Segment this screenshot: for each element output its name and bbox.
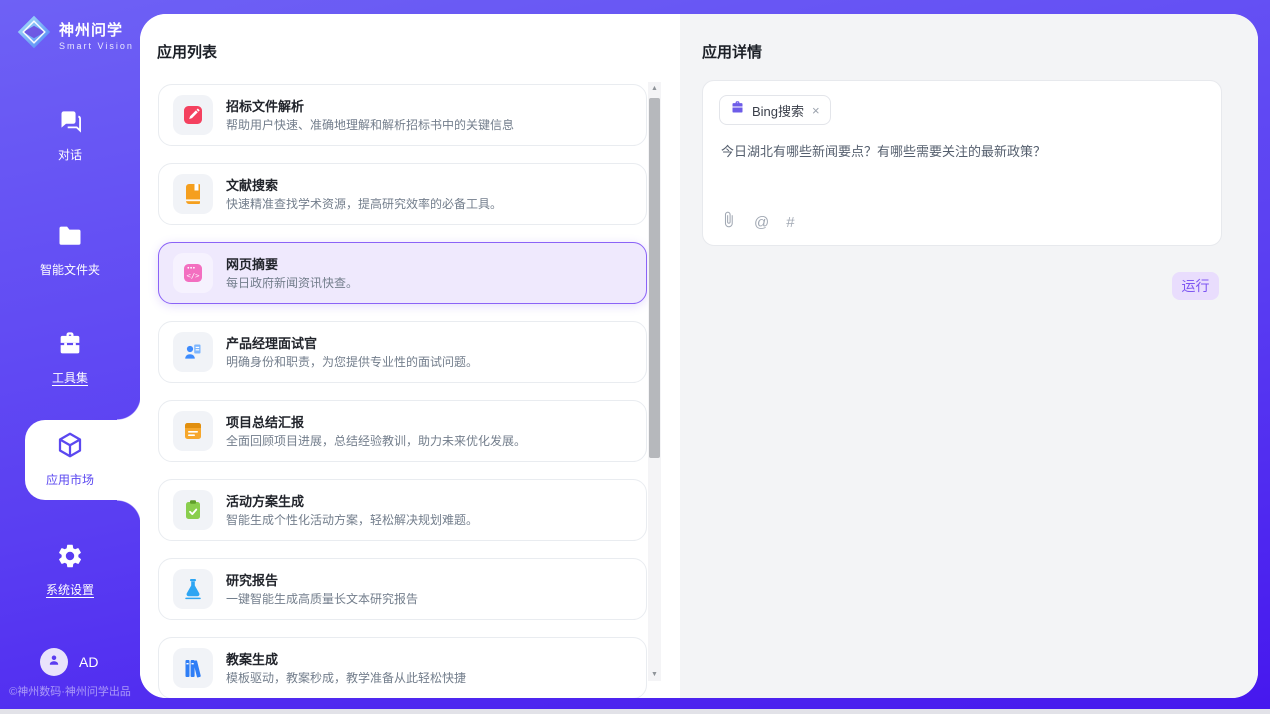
edit-document-icon: [173, 95, 213, 135]
app-desc: 明确身份和职责，为您提供专业性的面试问题。: [226, 356, 478, 368]
app-name: 文献搜索: [226, 179, 502, 192]
main-panel: 应用列表 招标文件解析 帮助用户快速、准确地理解和解析招标书中的关键信息: [140, 14, 1258, 698]
app-desc: 一键智能生成高质量长文本研究报告: [226, 593, 418, 605]
sidebar: 神州问学 Smart Vision 对话 智能文件夹: [0, 0, 140, 714]
attachment-icon[interactable]: [720, 211, 737, 233]
chat-icon: [57, 122, 84, 139]
books-icon: [173, 648, 213, 688]
input-toolbar: @ #: [720, 211, 795, 233]
gear-icon: [56, 557, 84, 574]
user-initials: AD: [79, 654, 98, 670]
app-list-scrollbar[interactable]: ▲ ▼: [648, 82, 661, 681]
app-card-lesson-plan[interactable]: 教案生成 模板驱动，教案秒成，教学准备从此轻松快捷: [158, 637, 647, 698]
bubble-curve-bottom: [117, 500, 141, 524]
avatar: [40, 648, 68, 676]
app-detail-column: 应用详情 Bing搜索 × 今日湖北有哪些新闻要点？有哪些需要关注的最新政策？: [680, 14, 1258, 698]
query-input[interactable]: 今日湖北有哪些新闻要点？有哪些需要关注的最新政策？: [721, 143, 1201, 161]
app-card-bid-parse[interactable]: 招标文件解析 帮助用户快速、准确地理解和解析招标书中的关键信息: [158, 84, 647, 146]
toolbox-icon: [56, 345, 84, 362]
app-desc: 全面回顾项目进展，总结经验教训，助力未来优化发展。: [226, 435, 526, 447]
window-bottom-edge: [0, 709, 1270, 714]
mention-icon[interactable]: @: [754, 214, 769, 231]
app-list-column: 应用列表 招标文件解析 帮助用户快速、准确地理解和解析招标书中的关键信息: [140, 14, 680, 698]
svg-text:</>: </>: [187, 271, 201, 280]
app-name: 项目总结汇报: [226, 416, 526, 429]
clipboard-check-icon: [173, 490, 213, 530]
sidebar-item-label: 对话: [0, 146, 140, 163]
app-desc: 帮助用户快速、准确地理解和解析招标书中的关键信息: [226, 119, 514, 131]
sidebar-item-label: 应用市场: [0, 471, 140, 488]
sidebar-item-label: 系统设置: [0, 581, 140, 598]
diamond-logo-icon: [16, 14, 52, 55]
app-name: 教案生成: [226, 653, 466, 666]
app-name: 研究报告: [226, 574, 418, 587]
app-card-pm-interviewer[interactable]: 产品经理面试官 明确身份和职责，为您提供专业性的面试问题。: [158, 321, 647, 383]
app-card-literature-search[interactable]: 文献搜索 快速精准查找学术资源，提高研究效率的必备工具。: [158, 163, 647, 225]
brand-logo: 神州问学 Smart Vision: [16, 14, 134, 55]
sidebar-item-label: 智能文件夹: [0, 261, 140, 278]
run-button[interactable]: 运行: [1172, 272, 1219, 300]
prompt-card: Bing搜索 × 今日湖北有哪些新闻要点？有哪些需要关注的最新政策？ @ #: [702, 80, 1222, 246]
note-icon: [173, 411, 213, 451]
scroll-up-icon[interactable]: ▲: [648, 82, 661, 95]
user-account[interactable]: AD: [40, 648, 98, 676]
interviewer-icon: [173, 332, 213, 372]
scrollbar-thumb[interactable]: [649, 98, 660, 458]
app-detail-title: 应用详情: [702, 41, 762, 62]
sidebar-item-smart-folders[interactable]: 智能文件夹: [0, 222, 140, 278]
sidebar-item-toolset[interactable]: 工具集: [0, 330, 140, 386]
scroll-down-icon[interactable]: ▼: [648, 668, 661, 681]
sidebar-item-app-market[interactable]: 应用市场: [0, 430, 140, 488]
app-card-activity-plan[interactable]: 活动方案生成 智能生成个性化活动方案，轻松解决规划难题。: [158, 479, 647, 541]
hash-icon[interactable]: #: [786, 214, 794, 231]
copyright-footer: ©神州数码·神州问学出品: [0, 683, 140, 699]
sidebar-item-settings[interactable]: 系统设置: [0, 542, 140, 598]
brand-text: 神州问学 Smart Vision: [59, 19, 134, 51]
app-name: 活动方案生成: [226, 495, 478, 508]
web-code-icon: </>: [173, 253, 213, 293]
flask-icon: [173, 569, 213, 609]
app-desc: 快速精准查找学术资源，提高研究效率的必备工具。: [226, 198, 502, 210]
close-icon[interactable]: ×: [812, 103, 820, 118]
sidebar-item-chat[interactable]: 对话: [0, 108, 140, 163]
tool-tag-bing[interactable]: Bing搜索 ×: [719, 95, 831, 125]
app-name: 产品经理面试官: [226, 337, 478, 350]
brand-name: 神州问学: [59, 22, 123, 39]
person-icon: [46, 652, 62, 673]
cube-icon: [55, 447, 85, 464]
app-card-project-summary[interactable]: 项目总结汇报 全面回顾项目进展，总结经验教训，助力未来优化发展。: [158, 400, 647, 462]
folder-icon: [56, 237, 84, 254]
app-name: 招标文件解析: [226, 100, 514, 113]
bubble-curve-top: [117, 396, 141, 420]
app-card-web-summary[interactable]: </> 网页摘要 每日政府新闻资讯快查。: [158, 242, 647, 304]
app-list-title: 应用列表: [157, 41, 217, 62]
app-desc: 智能生成个性化活动方案，轻松解决规划难题。: [226, 514, 478, 526]
brand-subtitle: Smart Vision: [59, 41, 134, 51]
app-name: 网页摘要: [226, 258, 358, 271]
briefcase-icon: [730, 100, 745, 120]
app-desc: 每日政府新闻资讯快查。: [226, 277, 358, 289]
app-desc: 模板驱动，教案秒成，教学准备从此轻松快捷: [226, 672, 466, 684]
app-card-research-report[interactable]: 研究报告 一键智能生成高质量长文本研究报告: [158, 558, 647, 620]
book-icon: [173, 174, 213, 214]
sidebar-item-label: 工具集: [0, 369, 140, 386]
tool-tag-label: Bing搜索: [752, 101, 804, 120]
